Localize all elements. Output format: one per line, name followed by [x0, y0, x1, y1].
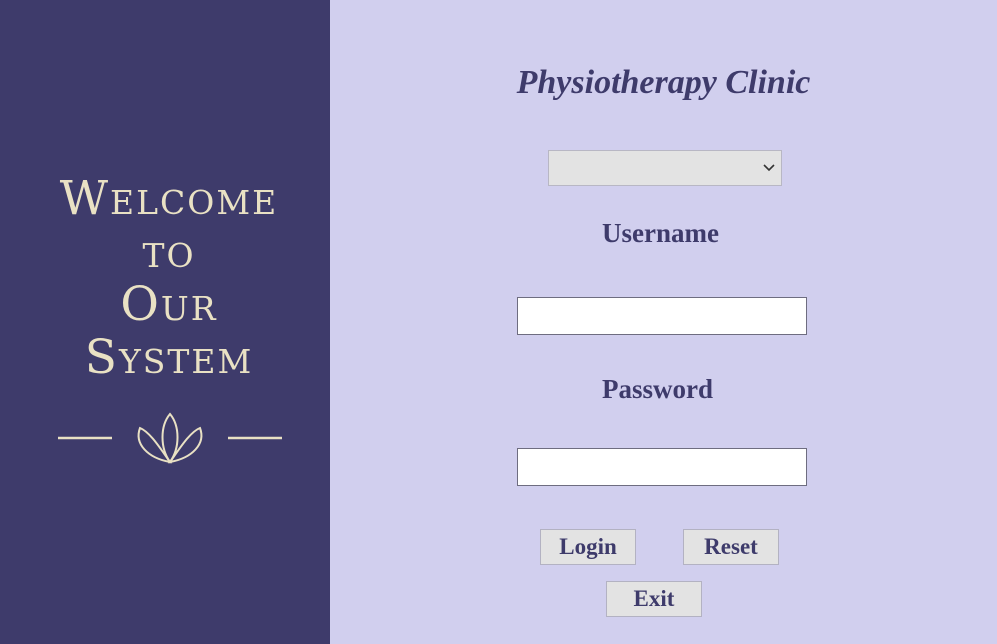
welcome-line: Our	[120, 277, 218, 332]
page-title: Physiotherapy Clinic	[516, 64, 811, 101]
exit-button[interactable]: Exit	[606, 581, 702, 617]
lotus-divider	[58, 412, 282, 464]
role-select[interactable]	[548, 150, 782, 186]
welcome-heading: Welcome to Our System	[0, 172, 338, 384]
password-input[interactable]	[517, 448, 807, 486]
login-button[interactable]: Login	[540, 529, 636, 565]
password-label: Password	[602, 374, 714, 404]
welcome-panel: Welcome to Our System	[0, 0, 330, 644]
welcome-line: to	[142, 224, 196, 279]
username-label: Username	[602, 218, 719, 248]
lotus-icon	[137, 412, 203, 464]
username-input[interactable]	[517, 297, 807, 335]
reset-button[interactable]: Reset	[683, 529, 779, 565]
welcome-line: System	[84, 330, 254, 385]
chevron-down-icon	[763, 164, 775, 172]
welcome-line: Welcome	[59, 171, 279, 226]
